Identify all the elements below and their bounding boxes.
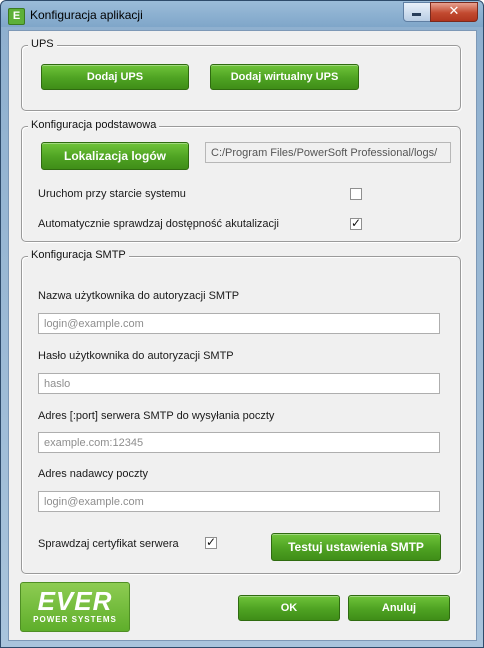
ok-label: OK [280,602,298,614]
add-virtual-ups-button[interactable]: Dodaj wirtualny UPS [210,64,359,90]
smtp-username-input[interactable]: login@example.com [38,313,440,334]
autostart-checkbox[interactable] [350,188,362,200]
smtp-sender-label: Adres nadawcy poczty [38,468,149,480]
smtp-server-input[interactable]: example.com:12345 [38,432,440,453]
ever-logo: EVER POWER SYSTEMS [20,582,130,632]
ever-app-icon: E [8,8,25,25]
minimize-button[interactable] [403,2,431,22]
smtp-config-group: Konfiguracja SMTP Nazwa użytkownika do a… [21,249,461,574]
auto-update-label: Automatycznie sprawdzaj dostępność akuta… [38,218,279,230]
add-virtual-ups-label: Dodaj wirtualny UPS [230,71,339,83]
log-location-button[interactable]: Lokalizacja logów [41,142,189,170]
dialog-client-area: UPS Dodaj UPS Dodaj wirtualny UPS Konfig… [8,30,477,641]
logo-text: EVER [37,586,113,616]
auto-update-checkbox[interactable] [350,216,362,230]
verify-cert-label: Sprawdzaj certyfikat serwera [38,538,179,550]
ups-group: UPS Dodaj UPS Dodaj wirtualny UPS [21,38,461,111]
autostart-label: Uruchom przy starcie systemu [38,188,186,200]
add-ups-button[interactable]: Dodaj UPS [41,64,189,90]
ok-button[interactable]: OK [238,595,340,621]
basic-config-group: Konfiguracja podstawowa Lokalizacja logó… [21,119,461,242]
log-path-field[interactable]: C:/Program Files/PowerSoft Professional/… [205,142,451,163]
verify-cert-checkbox[interactable] [205,535,217,549]
cancel-label: Anuluj [381,602,417,614]
title-bar[interactable]: E Konfiguracja aplikacji ✕ [1,1,483,29]
smtp-username-label: Nazwa użytkownika do autoryzacji SMTP [38,290,240,302]
smtp-sender-input[interactable]: login@example.com [38,491,440,512]
close-icon: ✕ [448,4,460,19]
cancel-button[interactable]: Anuluj [348,595,450,621]
log-location-label: Lokalizacja logów [63,149,167,163]
smtp-password-label: Hasło użytkownika do autoryzacji SMTP [38,350,234,362]
window-title: Konfiguracja aplikacji [30,8,143,22]
basic-config-legend: Konfiguracja podstawowa [28,119,160,131]
smtp-password-input[interactable]: haslo [38,373,440,394]
test-smtp-label: Testuj ustawienia SMTP [288,540,424,554]
test-smtp-button[interactable]: Testuj ustawienia SMTP [271,533,441,561]
smtp-server-label: Adres [:port] serwera SMTP do wysyłania … [38,410,275,422]
close-button[interactable]: ✕ [430,2,478,22]
add-ups-label: Dodaj UPS [86,71,144,83]
app-window: E Konfiguracja aplikacji ✕ UPS Dodaj UPS… [0,0,484,648]
logo-subtext: POWER SYSTEMS [33,615,117,624]
ups-group-legend: UPS [28,38,57,50]
smtp-config-legend: Konfiguracja SMTP [28,249,129,261]
